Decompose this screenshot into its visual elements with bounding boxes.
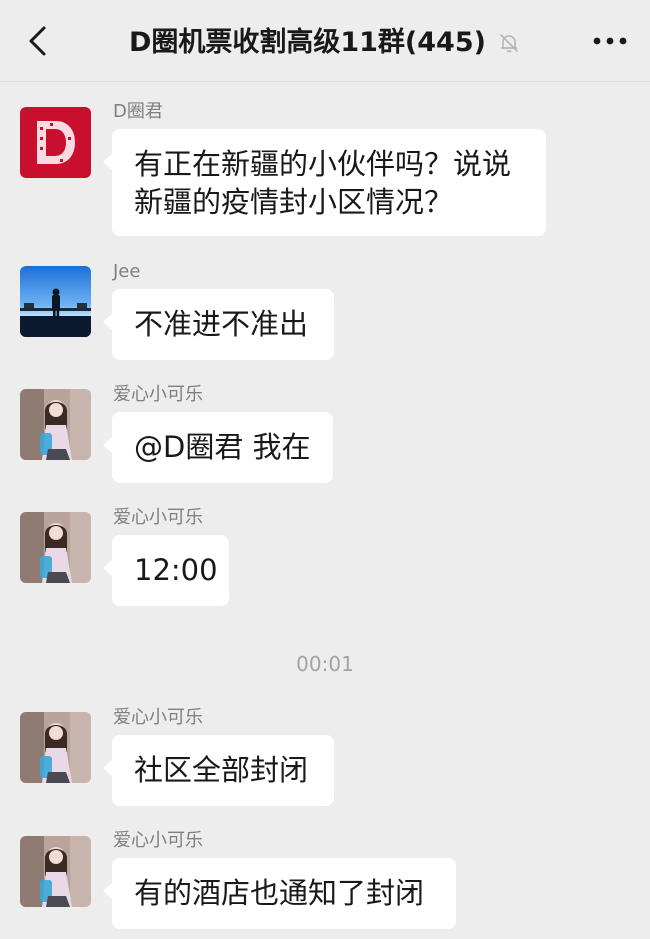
avatar[interactable] [20, 389, 91, 460]
message-bubble[interactable]: 社区全部封闭 [103, 735, 334, 806]
message-bubble[interactable]: 12:00 [103, 535, 229, 606]
sender-name: Jee [113, 261, 141, 282]
silhouette-photo-icon [20, 266, 91, 337]
brand-logo-icon [20, 107, 91, 178]
message-bubble[interactable]: 有正在新疆的小伙伴吗？说说新疆的疫情封小区情况？ [103, 129, 546, 236]
message-bubble[interactable]: @D圈君 我在 [103, 412, 333, 483]
bell-off-icon [500, 33, 518, 52]
girl-photo-icon [20, 836, 91, 907]
sender-name: 爱心小可乐 [113, 507, 203, 528]
avatar[interactable] [20, 266, 91, 337]
sender-name: 爱心小可乐 [113, 384, 203, 405]
girl-photo-icon [20, 712, 91, 783]
sender-name: 爱心小可乐 [113, 830, 203, 851]
avatar[interactable] [20, 836, 91, 907]
chat-timestamp: 00:01 [296, 652, 354, 676]
avatar[interactable] [20, 107, 91, 178]
message-bubble[interactable]: 有的酒店也通知了封闭 [103, 858, 456, 929]
message-bubble[interactable]: 不准进不准出 [103, 289, 334, 360]
title-area: D圈机票收割高级11群(445) [0, 22, 650, 62]
sender-name: D圈君 [113, 101, 163, 122]
chat-title: D圈机票收割高级11群(445) [128, 26, 486, 58]
girl-photo-icon [20, 512, 91, 583]
avatar[interactable] [20, 712, 91, 783]
avatar[interactable] [20, 512, 91, 583]
sender-name: 爱心小可乐 [113, 707, 203, 728]
more-dots-icon[interactable] [590, 30, 630, 52]
girl-photo-icon [20, 389, 91, 460]
chat-header: D圈机票收割高级11群(445) [0, 0, 650, 82]
